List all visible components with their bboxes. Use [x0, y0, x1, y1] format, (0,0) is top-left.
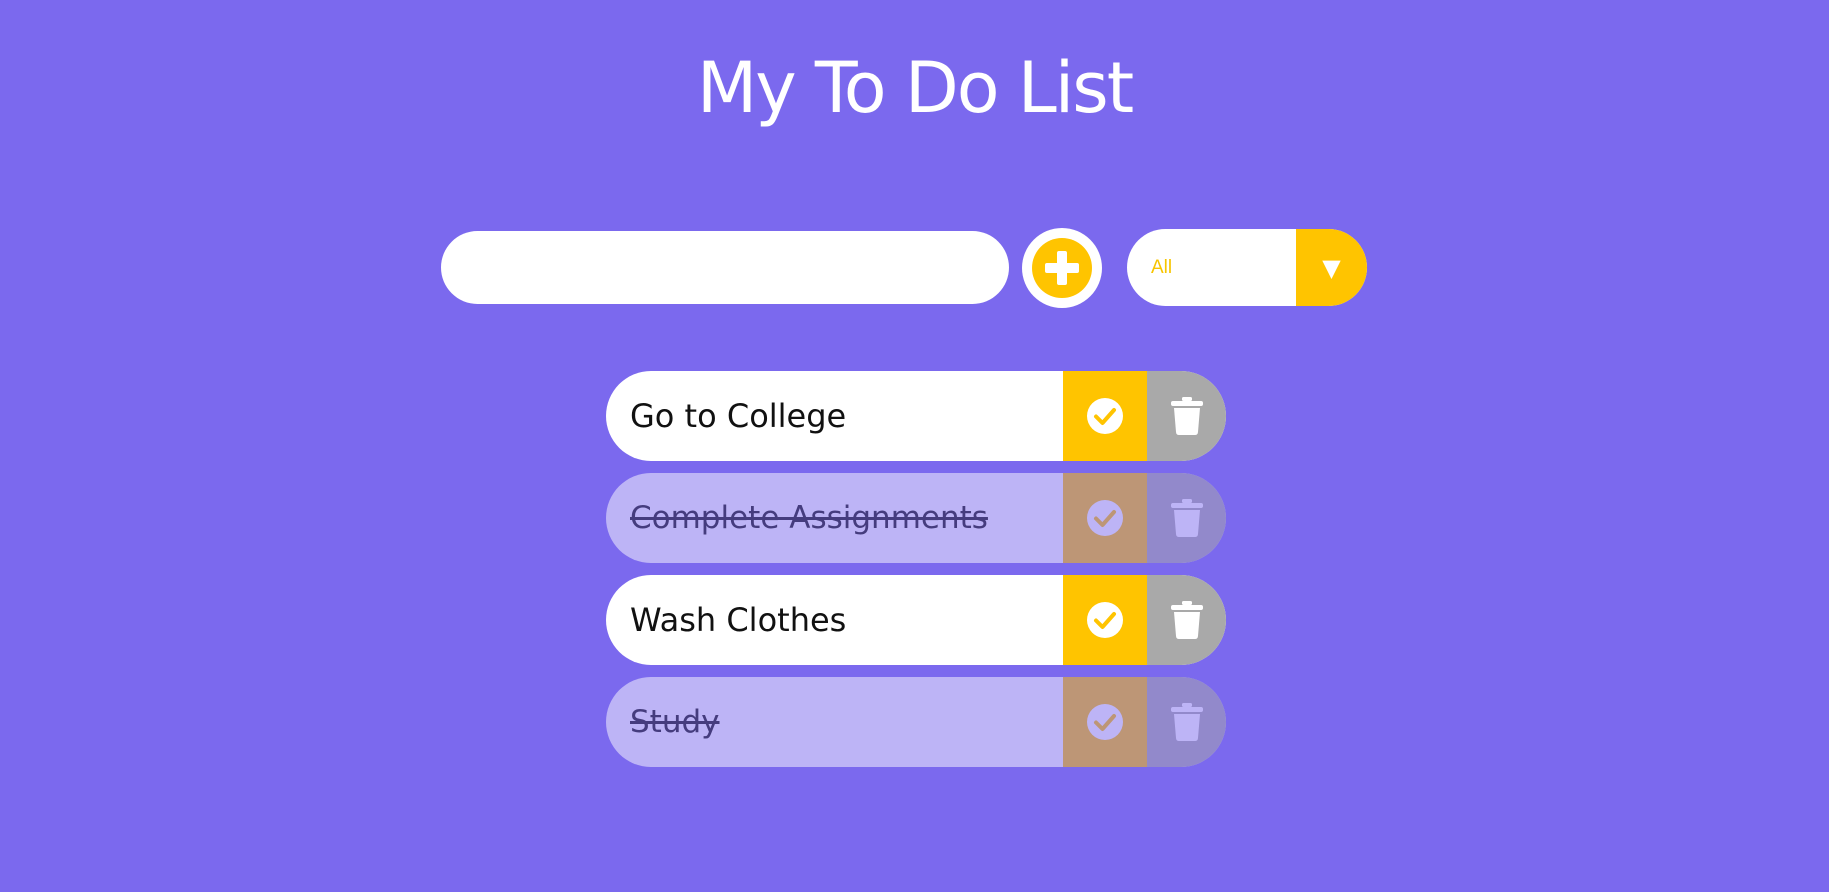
trash-icon [1170, 601, 1203, 639]
delete-button[interactable] [1147, 677, 1226, 767]
todo-item: Study [606, 677, 1226, 767]
todo-list: Go to College Complete Assignments Wash … [606, 371, 1226, 779]
todo-text: Wash Clothes [630, 601, 847, 639]
todo-input[interactable] [441, 231, 1009, 304]
complete-button[interactable] [1063, 575, 1147, 665]
complete-button[interactable] [1063, 473, 1147, 563]
add-todo-button[interactable] [1022, 228, 1102, 308]
delete-button[interactable] [1147, 473, 1226, 563]
complete-button[interactable] [1063, 677, 1147, 767]
trash-icon [1170, 397, 1203, 435]
plus-circle-icon [1032, 238, 1092, 298]
todo-item: Go to College [606, 371, 1226, 461]
chevron-down-icon[interactable]: ▼ [1296, 229, 1367, 306]
page-title: My To Do List [696, 47, 1134, 129]
filter-selected-value: All [1151, 257, 1173, 278]
todo-item: Complete Assignments [606, 473, 1226, 563]
delete-button[interactable] [1147, 575, 1226, 665]
todo-text: Complete Assignments [630, 500, 988, 536]
todo-text: Go to College [630, 397, 847, 435]
delete-button[interactable] [1147, 371, 1226, 461]
todo-item: Wash Clothes [606, 575, 1226, 665]
check-circle-icon [1087, 704, 1123, 740]
check-circle-icon [1087, 500, 1123, 536]
check-circle-icon [1087, 398, 1123, 434]
check-circle-icon [1087, 602, 1123, 638]
trash-icon [1170, 499, 1203, 537]
trash-icon [1170, 703, 1203, 741]
todo-text: Study [630, 704, 720, 740]
filter-select[interactable]: All ▼ [1127, 229, 1367, 306]
complete-button[interactable] [1063, 371, 1147, 461]
